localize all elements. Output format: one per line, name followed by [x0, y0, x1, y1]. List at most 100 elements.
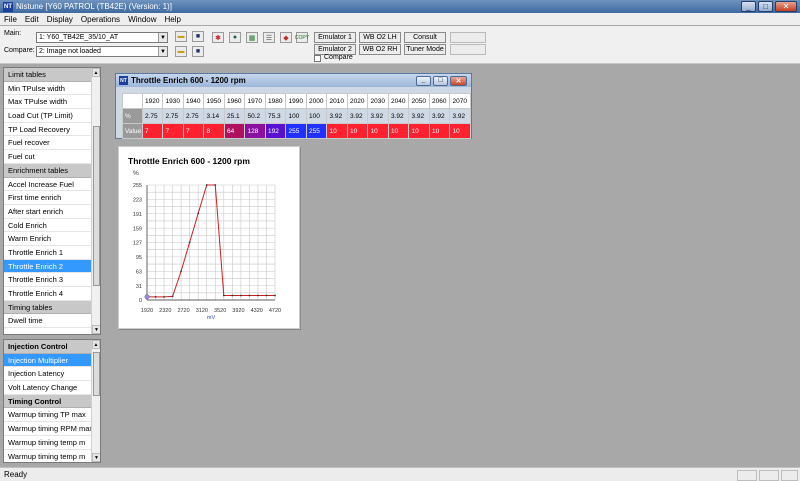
grid-cell[interactable]: 10 — [387, 123, 410, 139]
list-item[interactable]: Warm Enrich — [4, 232, 100, 246]
scrollbar[interactable]: ▲ ▼ — [91, 340, 100, 462]
grid-cell[interactable]: 255 — [285, 123, 307, 139]
grid-cell[interactable]: 2030 — [367, 93, 389, 109]
list-item[interactable]: Volt Latency Change — [4, 381, 100, 395]
list-item[interactable]: Min TPulse width — [4, 82, 100, 96]
list-item[interactable]: Load Cut (TP Limit) — [4, 109, 100, 123]
consult-button[interactable]: Consult — [404, 32, 446, 43]
emulator-1-button[interactable]: Emulator 1 — [314, 32, 356, 43]
grid-cell[interactable]: 1950 — [203, 93, 225, 109]
list-item[interactable]: Warmup timing temp m — [4, 436, 100, 450]
list-item[interactable]: Max TPulse width — [4, 95, 100, 110]
list-item[interactable]: Dwell time — [4, 314, 100, 329]
wb-o2-lh-button[interactable]: WB O2 LH — [359, 32, 401, 43]
grid-cell[interactable]: 3.14 — [203, 108, 225, 124]
list-item[interactable]: Cold Enrich — [4, 219, 100, 233]
grid-cell[interactable]: 2060 — [428, 93, 451, 109]
list-item[interactable]: Throttle Enrich 1 — [4, 246, 100, 260]
list-icon[interactable]: ☰ — [263, 32, 275, 43]
scroll-up-icon[interactable]: ▲ — [92, 68, 100, 77]
chevron-down-icon[interactable]: ▼ — [158, 47, 167, 56]
grid-cell[interactable]: 1940 — [182, 93, 205, 109]
grid-cell[interactable]: 7 — [182, 123, 205, 139]
minimize-button[interactable]: _ — [416, 75, 431, 86]
grid-cell[interactable]: 7 — [162, 123, 184, 139]
minimize-button[interactable]: _ — [741, 1, 756, 12]
grid-cell[interactable]: 1990 — [285, 93, 307, 109]
grid-cell[interactable]: 3.92 — [387, 108, 410, 124]
grid-cell[interactable]: 2.75 — [182, 108, 205, 124]
copy-icon[interactable]: COPY — [295, 32, 309, 43]
grid-cell[interactable]: 192 — [264, 123, 287, 139]
grid-cell[interactable]: 3.92 — [408, 108, 430, 124]
scroll-down-icon[interactable]: ▼ — [92, 453, 100, 462]
grid-cell[interactable]: 2070 — [449, 93, 471, 109]
grid-cell[interactable]: 100 — [285, 108, 307, 124]
save-icon[interactable]: ■ — [192, 31, 204, 42]
main-image-select[interactable]: 1: Y60_TB42E_35/10_AT ▼ — [36, 32, 168, 43]
grid-cell[interactable]: 100 — [305, 108, 328, 124]
grid-cell[interactable]: 3.92 — [449, 108, 471, 124]
menu-help[interactable]: Help — [161, 15, 185, 24]
compare-checkbox[interactable] — [314, 55, 321, 62]
scroll-thumb[interactable] — [93, 126, 100, 286]
wb-o2-rh-button[interactable]: WB O2 RH — [359, 44, 401, 55]
grid-cell[interactable]: 2010 — [326, 93, 348, 109]
menu-display[interactable]: Display — [43, 15, 77, 24]
tuner-mode-button[interactable]: Tuner Mode — [404, 44, 446, 55]
menu-operations[interactable]: Operations — [77, 15, 124, 24]
scroll-thumb[interactable] — [93, 352, 100, 396]
grid-cell[interactable]: 1980 — [264, 93, 287, 109]
grid-cell[interactable]: 2040 — [387, 93, 410, 109]
chevron-down-icon[interactable]: ▼ — [158, 33, 167, 42]
grid-cell[interactable]: 75.3 — [264, 108, 287, 124]
list-item[interactable]: Warmup timing temp m — [4, 450, 100, 463]
grid-cell[interactable]: 8 — [203, 123, 225, 139]
grid-cell[interactable]: 1960 — [223, 93, 246, 109]
close-button[interactable]: ✕ — [450, 75, 467, 86]
list-item[interactable]: Warmup timing RPM max — [4, 422, 100, 436]
scrollbar[interactable]: ▲ ▼ — [91, 68, 100, 334]
menu-file[interactable]: File — [0, 15, 21, 24]
list-item[interactable]: Throttle Enrich 3 — [4, 273, 100, 287]
circle-icon[interactable]: ● — [229, 32, 241, 43]
scroll-up-icon[interactable]: ▲ — [92, 340, 100, 349]
save-icon[interactable]: ■ — [192, 46, 204, 57]
list-item[interactable]: Warmup timing TP max — [4, 408, 100, 423]
grid-cell[interactable]: 2050 — [408, 93, 430, 109]
grid-cell[interactable]: 3.92 — [367, 108, 389, 124]
close-button[interactable]: ✕ — [775, 1, 797, 12]
grid-cell[interactable]: 10 — [408, 123, 430, 139]
grid-icon[interactable]: ▦ — [246, 32, 258, 43]
grid-cell[interactable]: 2.75 — [162, 108, 184, 124]
grid-cell[interactable]: 1930 — [162, 93, 184, 109]
list-item[interactable]: After start enrich — [4, 205, 100, 219]
grid-cell[interactable]: 2020 — [346, 93, 369, 109]
menu-window[interactable]: Window — [124, 15, 160, 24]
open-folder-icon[interactable]: ▬ — [175, 31, 187, 42]
grid-cell[interactable]: 3.92 — [346, 108, 369, 124]
list-item[interactable]: Throttle Enrich 4 — [4, 287, 100, 301]
grid-cell[interactable]: 2000 — [305, 93, 328, 109]
grid-cell[interactable]: 64 — [223, 123, 246, 139]
list-item[interactable]: Accel Increase Fuel — [4, 178, 100, 192]
grid-cell[interactable]: 10 — [428, 123, 451, 139]
grid-cell[interactable]: 3.92 — [428, 108, 451, 124]
grid-cell[interactable]: 10 — [326, 123, 348, 139]
list-item[interactable]: TP Load Recovery — [4, 123, 100, 137]
list-item[interactable]: Fuel cut — [4, 150, 100, 164]
list-item[interactable]: Injection Multiplier — [4, 353, 100, 368]
maximize-button[interactable]: □ — [433, 75, 448, 86]
maximize-button[interactable]: □ — [758, 1, 773, 12]
list-item[interactable]: Fuel recover — [4, 136, 100, 151]
list-item[interactable]: First time enrich — [4, 191, 100, 205]
scroll-down-icon[interactable]: ▼ — [92, 325, 100, 334]
grid-cell[interactable]: 10 — [367, 123, 389, 139]
grid-cell[interactable]: 3.92 — [326, 108, 348, 124]
grid-cell[interactable]: 2.75 — [141, 108, 164, 124]
data-grid[interactable]: mV 1920 1930 1940 1950 1960 1970 1980 1990 2000 20… — [122, 93, 471, 139]
grid-cell[interactable]: 10 — [449, 123, 471, 139]
list-item[interactable]: Injection Latency — [4, 367, 100, 382]
list-item[interactable]: Throttle Enrich 2 — [4, 259, 100, 274]
grid-cell[interactable]: 10 — [346, 123, 369, 139]
